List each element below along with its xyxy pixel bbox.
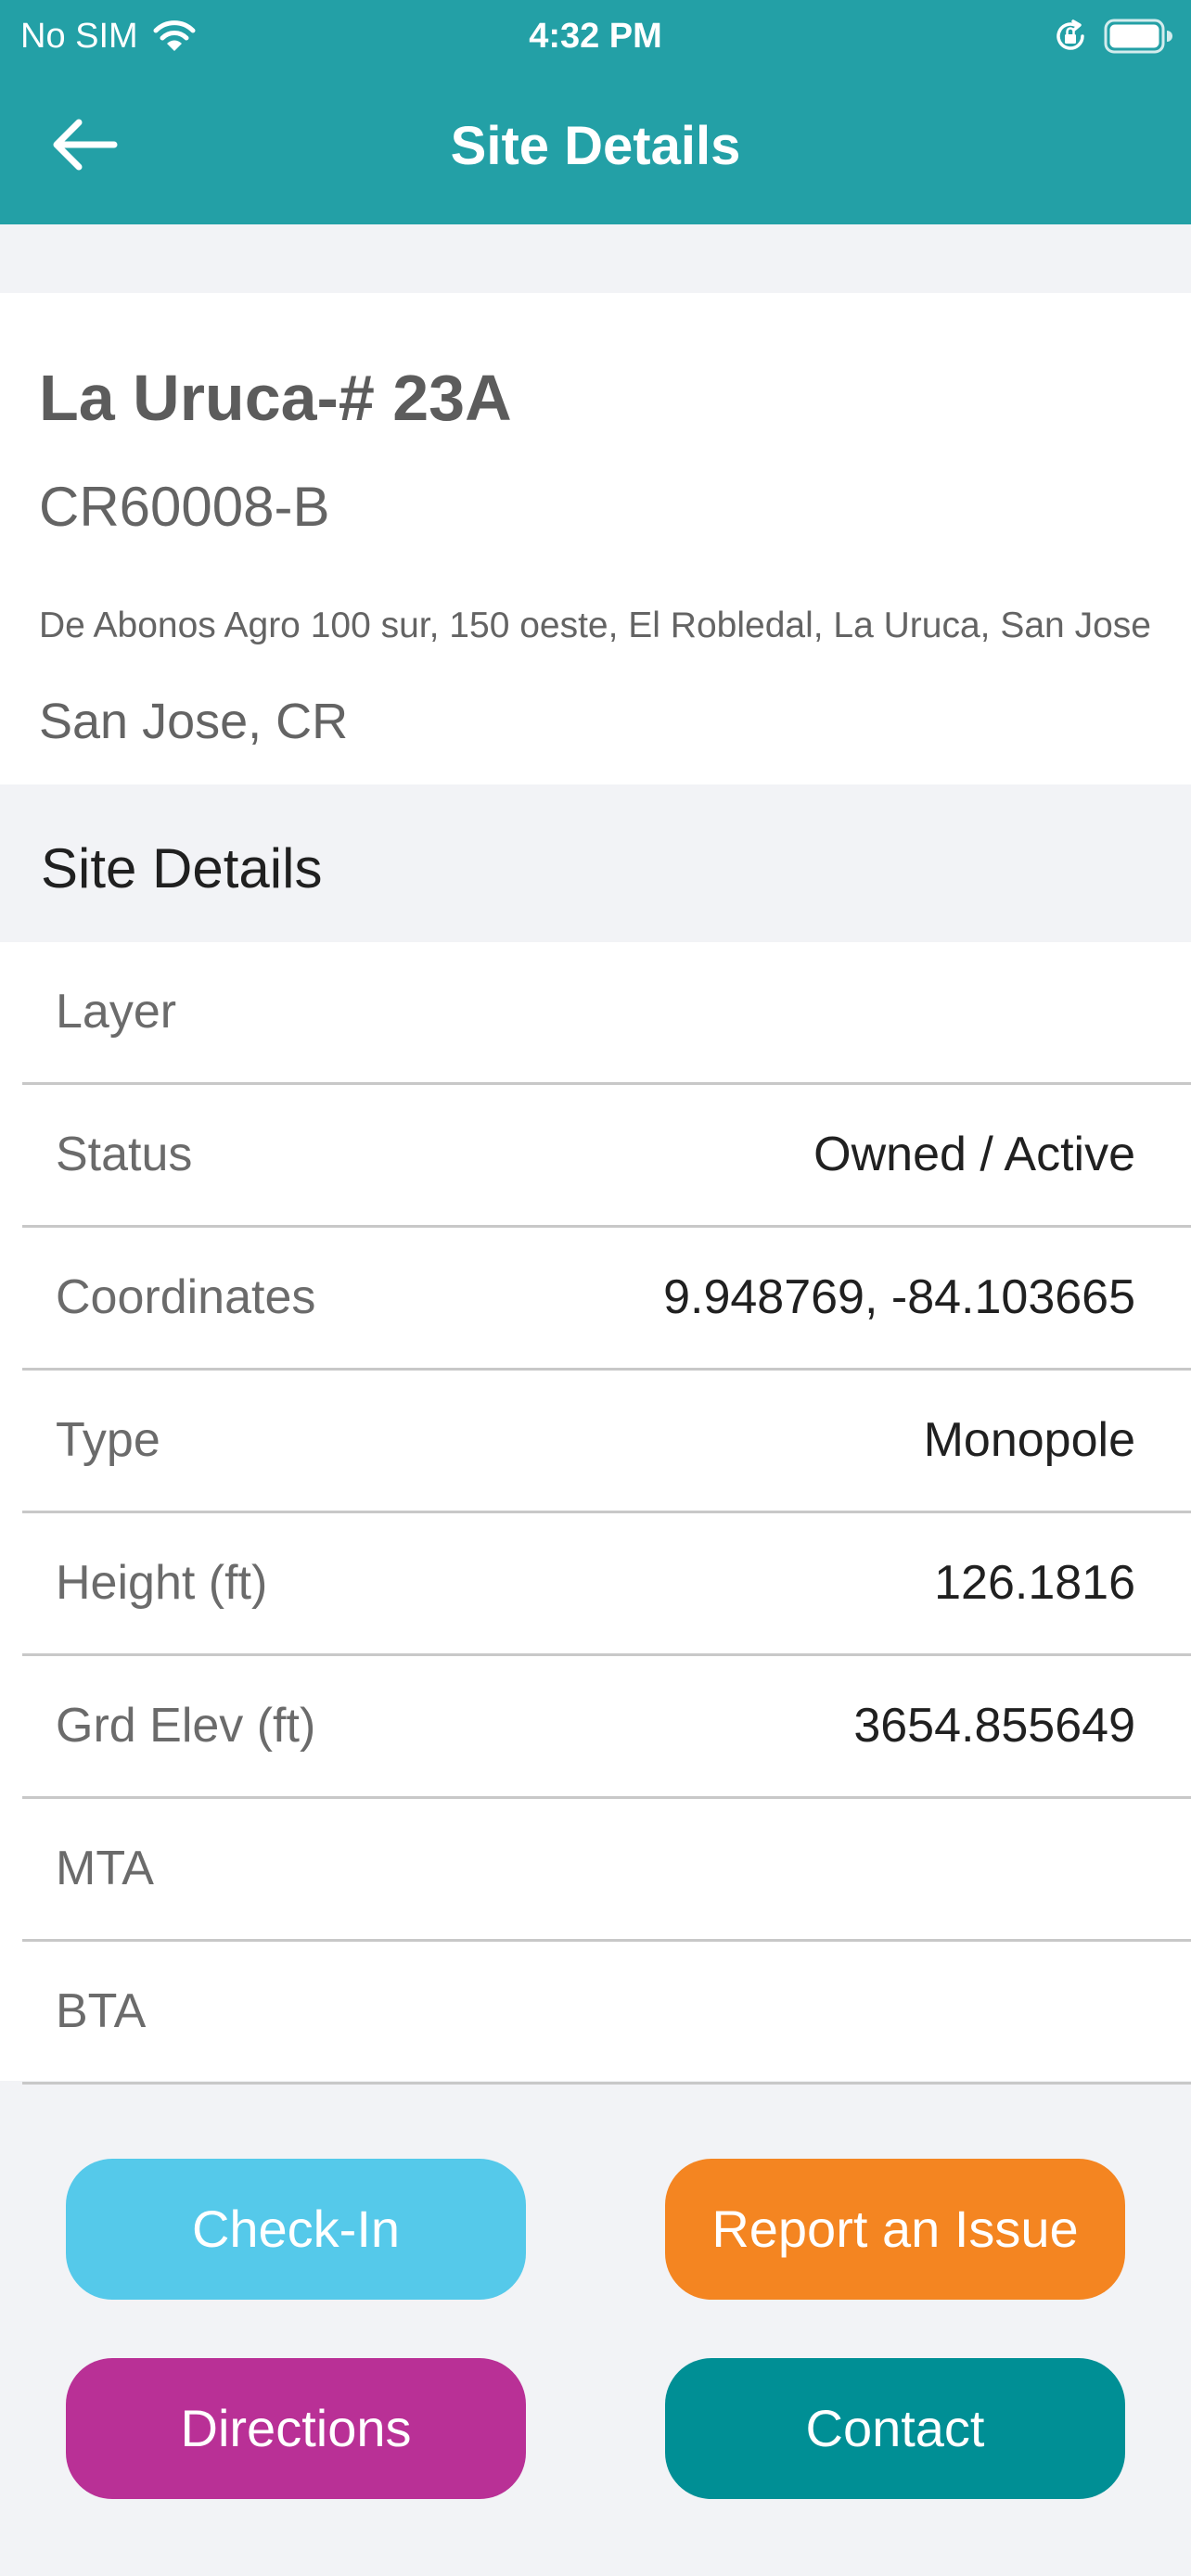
status-bar: No SIM 4:32 PM [0,0,1191,72]
nav-bar: Site Details [0,72,1191,224]
detail-row-status: Status Owned / Active [22,1085,1191,1228]
detail-label: Layer [56,985,177,1039]
detail-row-coordinates: Coordinates 9.948769, -84.103665 [22,1228,1191,1371]
detail-row-height: Height (ft) 126.1816 [22,1513,1191,1656]
check-in-button[interactable]: Check-In [66,2159,526,2300]
site-name: La Uruca-# 23A [39,362,512,434]
site-address: De Abonos Agro 100 sur, 150 oeste, El Ro… [39,606,1151,645]
contact-button[interactable]: Contact [665,2358,1125,2499]
directions-button[interactable]: Directions [66,2358,526,2499]
detail-label: Grd Elev (ft) [56,1699,316,1753]
detail-label: Type [56,1413,160,1467]
header: No SIM 4:32 PM Site Details [0,0,1191,224]
detail-label: Coordinates [56,1270,316,1324]
detail-label: BTA [56,1984,147,2038]
site-city: San Jose, CR [39,694,349,749]
detail-value: Owned / Active [813,1128,1135,1181]
site-info-card: La Uruca-# 23A CR60008-B De Abonos Agro … [0,293,1191,784]
section-header: Site Details [41,837,323,899]
orientation-lock-icon [1057,19,1084,50]
detail-label: Height (ft) [56,1556,268,1610]
detail-label: Status [56,1128,193,1181]
detail-value: Monopole [923,1413,1135,1467]
detail-row-layer: Layer [22,942,1191,1085]
detail-row-type: Type Monopole [22,1371,1191,1513]
detail-label: MTA [56,1842,154,1895]
battery-icon [1104,19,1172,54]
detail-row-bta: BTA [22,1942,1191,2085]
status-indicators [1054,15,1172,57]
page-title: Site Details [450,116,741,176]
detail-value: 126.1816 [934,1556,1135,1610]
report-issue-button[interactable]: Report an Issue [665,2159,1125,2300]
details-table: Layer Status Owned / Active Coordinates … [0,942,1191,2085]
clock: 4:32 PM [529,17,662,56]
detail-value: 3654.855649 [853,1699,1135,1753]
detail-row-ground-elevation: Grd Elev (ft) 3654.855649 [22,1656,1191,1799]
detail-value: 9.948769, -84.103665 [663,1270,1135,1324]
site-details-screen: No SIM 4:32 PM Site Details La Uruca-# 2… [0,0,1191,2576]
site-code: CR60008-B [39,476,330,538]
detail-row-mta: MTA [22,1799,1191,1942]
